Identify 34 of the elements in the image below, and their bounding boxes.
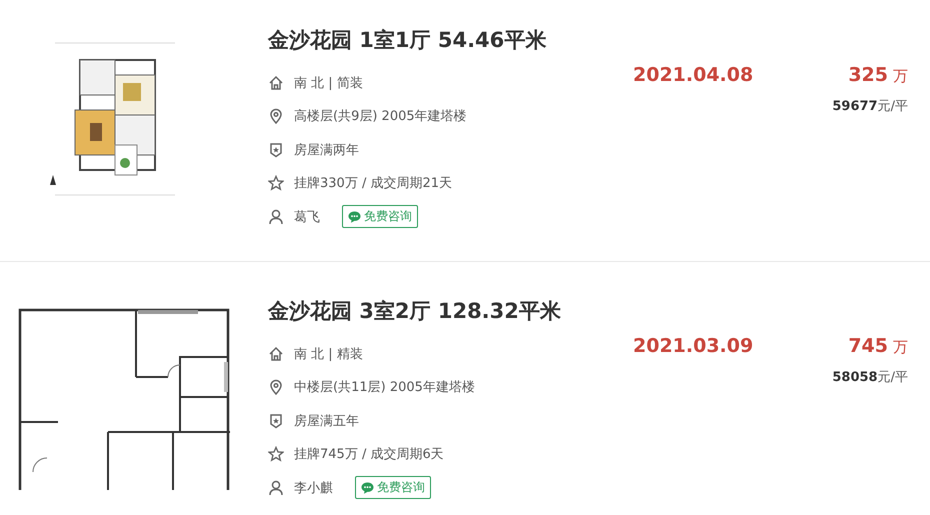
- person-icon: [268, 208, 284, 225]
- price: 325: [848, 64, 888, 86]
- unit-price: 58058元/平: [832, 369, 908, 386]
- home-icon: [268, 74, 284, 91]
- star-icon: [268, 446, 284, 462]
- listing-title[interactable]: 金沙花园 1室1厅 54.46平米: [268, 27, 633, 53]
- location-pin-icon: [268, 108, 284, 124]
- deal-date: 2021.04.08: [633, 64, 754, 86]
- ownership-text: 房屋满五年: [294, 412, 359, 430]
- deal-date: 2021.03.09: [633, 335, 754, 357]
- floor-text: 高楼层(共9层) 2005年建塔楼: [294, 108, 467, 126]
- listing-info-text: 挂牌745万 / 成交周期6天: [294, 446, 444, 464]
- agent-name[interactable]: 李小麒: [294, 478, 333, 497]
- orientation-text: 南 北 | 精装: [294, 346, 363, 363]
- price-unit: 万: [893, 338, 908, 357]
- consult-button[interactable]: 免费咨询: [342, 205, 418, 228]
- consult-button[interactable]: 免费咨询: [355, 476, 431, 500]
- listing-title[interactable]: 金沙花园 3室2厅 128.32平米: [268, 298, 633, 324]
- orientation-text: 南 北 | 简装: [294, 74, 363, 92]
- chat-bubble-icon: [361, 482, 374, 494]
- listing-info-text: 挂牌330万 / 成交周期21天: [294, 175, 452, 192]
- agent-name[interactable]: 葛飞: [294, 208, 320, 226]
- shield-icon: [268, 412, 284, 429]
- unit-price: 59677元/平: [832, 98, 908, 115]
- price: 745: [848, 335, 888, 357]
- ownership-text: 房屋满两年: [294, 142, 359, 159]
- shield-icon: [268, 142, 284, 158]
- chat-bubble-icon: [348, 210, 361, 223]
- floor-text: 中楼层(共11层) 2005年建塔楼: [294, 379, 475, 396]
- person-icon: [268, 480, 284, 496]
- price-unit: 万: [893, 67, 908, 86]
- home-icon: [268, 346, 284, 362]
- location-pin-icon: [268, 379, 284, 396]
- star-icon: [268, 175, 284, 192]
